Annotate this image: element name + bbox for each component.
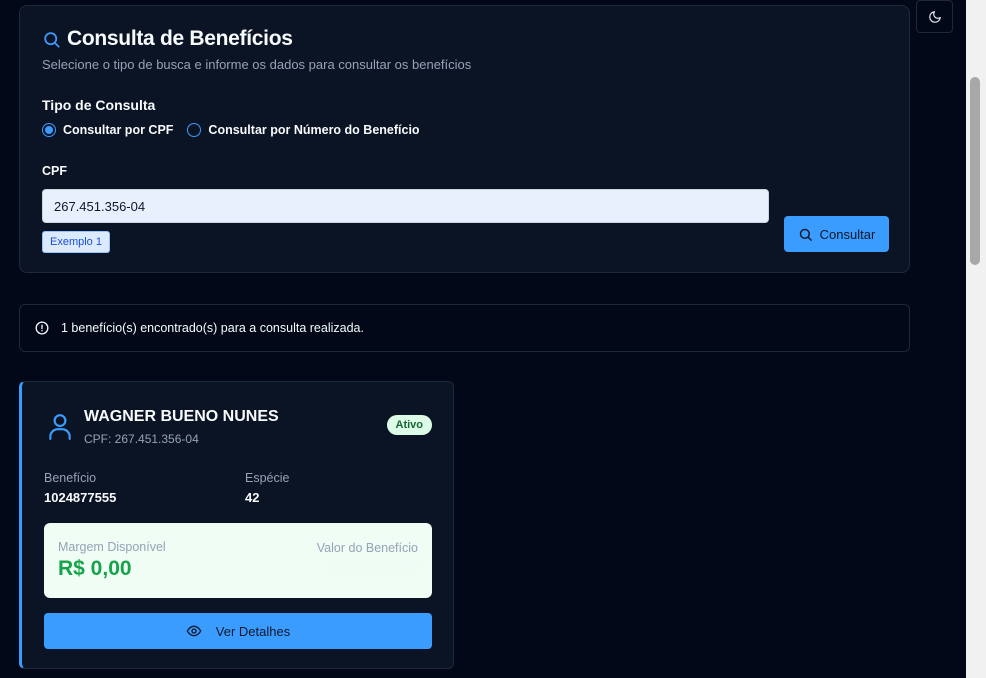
status-badge: Ativo (386, 415, 432, 435)
scrollbar-track[interactable] (966, 0, 986, 678)
margem-label: Margem Disponível (58, 540, 166, 554)
eye-icon (186, 625, 202, 637)
beneficio-label: Benefício (44, 471, 97, 485)
especie-label: Espécie (245, 471, 290, 485)
beneficiary-cpf: CPF: 267.451.356-04 (84, 432, 199, 446)
radio-unchecked[interactable] (187, 123, 202, 137)
title-row: Consulta de Benefícios (42, 27, 293, 51)
radio-option-beneficio[interactable]: Consultar por Número do Benefício (187, 123, 420, 137)
example-chip[interactable]: Exemplo 1 (42, 231, 110, 253)
search-icon (799, 228, 812, 241)
theme-toggle-button[interactable] (916, 0, 953, 33)
consultar-label: Consultar (819, 226, 876, 242)
benefit-card: WAGNER BUENO NUNES CPF: 267.451.356-04 A… (19, 381, 454, 669)
search-icon (44, 31, 60, 47)
ver-detalhes-label: Ver Detalhes (215, 623, 291, 639)
scrollbar-thumb[interactable] (970, 77, 980, 265)
radio-label-cpf: Consultar por CPF (63, 123, 174, 137)
cpf-input[interactable] (42, 189, 769, 223)
query-type-radio-group: Consultar por CPF Consultar por Número d… (42, 123, 434, 137)
info-icon (35, 321, 49, 335)
cpf-label: CPF (42, 164, 67, 178)
radio-label-beneficio: Consultar por Número do Benefício (208, 123, 420, 137)
page-title: Consulta de Benefícios (67, 27, 293, 50)
alert-message: 1 benefício(s) encontrado(s) para a cons… (61, 321, 364, 335)
especie-value: 42 (245, 490, 260, 505)
radio-checked[interactable] (42, 123, 56, 137)
valor-beneficio-label: Valor do Benefício (316, 541, 418, 555)
page-subtitle: Selecione o tipo de busca e informe os d… (42, 57, 472, 72)
ver-detalhes-button[interactable]: Ver Detalhes (44, 613, 432, 649)
results-alert: 1 benefício(s) encontrado(s) para a cons… (19, 304, 910, 352)
query-type-label: Tipo de Consulta (42, 97, 156, 113)
consultar-button[interactable]: Consultar (784, 216, 889, 252)
radio-option-cpf[interactable]: Consultar por CPF (42, 123, 173, 137)
search-panel: Consulta de Benefícios Selecione o tipo … (19, 5, 910, 273)
valor-beneficio-value: R$ 1.412,00 (330, 560, 418, 577)
margem-value: R$ 0,00 (58, 557, 132, 580)
margin-box: Margem Disponível R$ 0,00 Valor do Benef… (44, 523, 432, 598)
beneficio-value: 1024877555 (44, 490, 117, 505)
moon-icon (928, 10, 941, 23)
beneficiary-name: WAGNER BUENO NUNES (84, 408, 279, 425)
user-icon (49, 414, 71, 440)
